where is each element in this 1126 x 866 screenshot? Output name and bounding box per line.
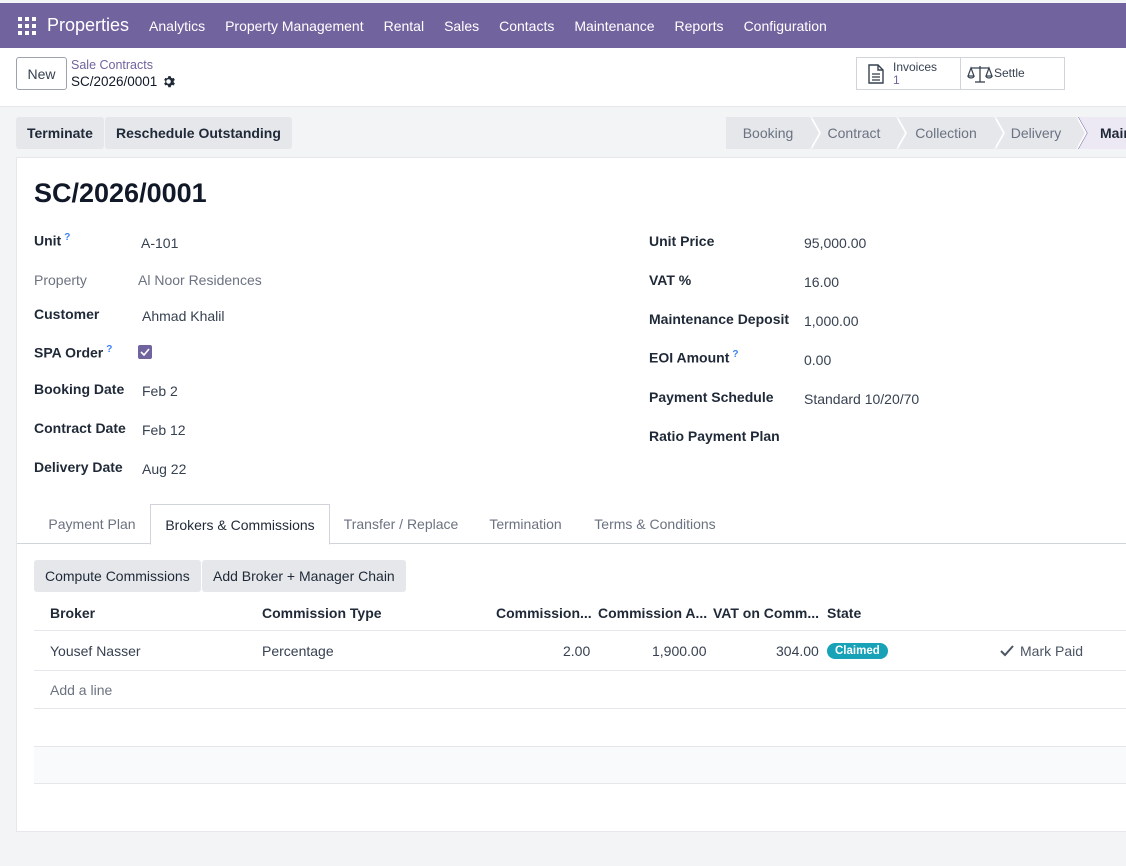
- stage-delivery[interactable]: Delivery: [996, 117, 1087, 149]
- spa-order-checkbox[interactable]: [138, 345, 152, 359]
- unit-value[interactable]: A-101: [141, 235, 178, 251]
- mark-paid-label: Mark Paid: [1020, 642, 1084, 659]
- settle-label: Settle: [994, 66, 1025, 80]
- property-value[interactable]: Al Noor Residences: [138, 272, 262, 288]
- top-navbar: Properties Analytics Property Management…: [0, 3, 1126, 48]
- invoices-count: 1: [893, 73, 900, 87]
- stage-booking-label: Booking: [742, 125, 794, 141]
- maintenance-deposit-value[interactable]: 1,000.00: [804, 313, 859, 329]
- help-icon[interactable]: ?: [64, 232, 70, 243]
- breadcrumb-current: SC/2026/0001: [71, 74, 176, 89]
- vat-percent-label: VAT %: [649, 272, 692, 288]
- empty-row: [34, 746, 1126, 784]
- breadcrumb-parent[interactable]: Sale Contracts: [71, 58, 153, 72]
- menu-maintenance[interactable]: Maintenance: [574, 18, 654, 34]
- maintenance-deposit-label: Maintenance Deposit: [649, 311, 790, 327]
- add-broker-manager-chain-button[interactable]: Add Broker + Manager Chain: [202, 560, 406, 592]
- vat-percent-value[interactable]: 16.00: [804, 274, 839, 290]
- column-vat-on-commission[interactable]: VAT on Comm...: [713, 595, 819, 630]
- unit-price-value[interactable]: 95,000.00: [804, 235, 866, 251]
- control-panel: New Sale Contracts SC/2026/0001 Invoices…: [0, 48, 1126, 107]
- unit-label: Unit?: [34, 232, 71, 249]
- menu-contacts[interactable]: Contacts: [499, 18, 554, 34]
- terminate-button[interactable]: Terminate: [16, 117, 104, 149]
- new-button[interactable]: New: [16, 57, 67, 90]
- menu-analytics[interactable]: Analytics: [149, 18, 205, 34]
- stage-maintenance-label: Main: [1100, 125, 1126, 141]
- column-commission-rate[interactable]: Commission...: [496, 595, 592, 630]
- customer-value[interactable]: Ahmad Khalil: [142, 308, 225, 324]
- notebook-tabs: Payment Plan Brokers & Commissions Trans…: [17, 504, 1126, 545]
- action-bar: Terminate Reschedule Outstanding Booking…: [0, 107, 1126, 157]
- menu-reports[interactable]: Reports: [675, 18, 724, 34]
- empty-row: [34, 708, 1126, 746]
- cell-commission-rate: 2.00: [563, 642, 591, 659]
- help-icon[interactable]: ?: [106, 344, 112, 355]
- gear-icon[interactable]: [163, 75, 176, 88]
- status-bar: Booking Contract Collection Delivery Mai…: [726, 117, 1126, 149]
- check-icon: [1000, 644, 1014, 656]
- add-line-row: Add a line: [34, 670, 1126, 708]
- settle-smart-button[interactable]: Settle: [961, 58, 1064, 89]
- stage-delivery-label: Delivery: [1010, 125, 1062, 141]
- booking-date-label: Booking Date: [34, 381, 125, 397]
- contract-date-value[interactable]: Feb 12: [142, 422, 186, 438]
- stage-contract-label: Contract: [827, 125, 881, 141]
- reschedule-outstanding-button[interactable]: Reschedule Outstanding: [105, 117, 292, 149]
- cell-state: Claimed: [827, 631, 888, 670]
- stage-contract[interactable]: Contract: [812, 117, 907, 149]
- delivery-date-value[interactable]: Aug 22: [142, 461, 186, 477]
- tab-payment-plan[interactable]: Payment Plan: [34, 504, 150, 544]
- column-commission-type[interactable]: Commission Type: [262, 595, 382, 630]
- record-title: SC/2026/0001: [34, 178, 207, 208]
- eoi-amount-label: EOI Amount?: [649, 349, 739, 366]
- booking-date-value[interactable]: Feb 2: [142, 383, 178, 399]
- checkmark-icon: [140, 348, 150, 356]
- table-row[interactable]: Yousef Nasser Percentage 2.00 1,900.00 3…: [34, 630, 1126, 670]
- mark-paid-button[interactable]: Mark Paid: [1000, 631, 1083, 670]
- customer-label: Customer: [34, 306, 100, 322]
- menu-configuration[interactable]: Configuration: [744, 18, 827, 34]
- stage-booking[interactable]: Booking: [726, 117, 821, 149]
- apps-grid-icon[interactable]: [18, 16, 36, 35]
- menu-sales[interactable]: Sales: [444, 18, 479, 34]
- unit-price-label: Unit Price: [649, 233, 715, 249]
- spa-order-label: SPA Order?: [34, 344, 113, 361]
- tab-brokers-commissions[interactable]: Brokers & Commissions: [150, 504, 330, 545]
- tab-termination[interactable]: Termination: [472, 504, 579, 544]
- cell-broker: Yousef Nasser: [50, 642, 141, 659]
- compute-commissions-button[interactable]: Compute Commissions: [34, 560, 201, 592]
- column-broker[interactable]: Broker: [50, 595, 95, 630]
- eoi-amount-value[interactable]: 0.00: [804, 352, 831, 368]
- menu-property-management[interactable]: Property Management: [225, 18, 364, 34]
- column-commission-amount[interactable]: Commission A...: [598, 595, 707, 630]
- add-line-link[interactable]: Add a line: [50, 671, 112, 709]
- column-state[interactable]: State: [827, 595, 861, 630]
- form-sheet: SC/2026/0001 Unit? A-101 Property Al Noo…: [16, 157, 1126, 832]
- cell-commission-type: Percentage: [262, 642, 334, 659]
- status-badge: Claimed: [827, 642, 888, 659]
- app-brand[interactable]: Properties: [47, 15, 129, 36]
- invoices-smart-button[interactable]: Invoices 1: [857, 58, 961, 89]
- stage-collection-label: Collection: [915, 125, 977, 141]
- delivery-date-label: Delivery Date: [34, 459, 123, 475]
- document-icon: [868, 63, 884, 84]
- ratio-payment-plan-label: Ratio Payment Plan: [649, 428, 780, 444]
- tab-transfer-replace[interactable]: Transfer / Replace: [330, 504, 472, 544]
- cell-vat-on-commission: 304.00: [776, 642, 819, 659]
- payment-schedule-label: Payment Schedule: [649, 389, 774, 405]
- smart-buttons: Invoices 1 Settle: [856, 57, 1065, 90]
- balance-scale-icon: [967, 65, 993, 83]
- breadcrumb-current-label: SC/2026/0001: [71, 74, 158, 89]
- tab-terms-conditions[interactable]: Terms & Conditions: [579, 504, 731, 544]
- menu-rental[interactable]: Rental: [384, 18, 424, 34]
- cell-commission-amount: 1,900.00: [652, 642, 707, 659]
- payment-schedule-value[interactable]: Standard 10/20/70: [804, 391, 919, 407]
- help-icon[interactable]: ?: [732, 349, 738, 360]
- contract-date-label: Contract Date: [34, 420, 126, 436]
- property-label: Property: [34, 272, 87, 288]
- stage-collection[interactable]: Collection: [898, 117, 1005, 149]
